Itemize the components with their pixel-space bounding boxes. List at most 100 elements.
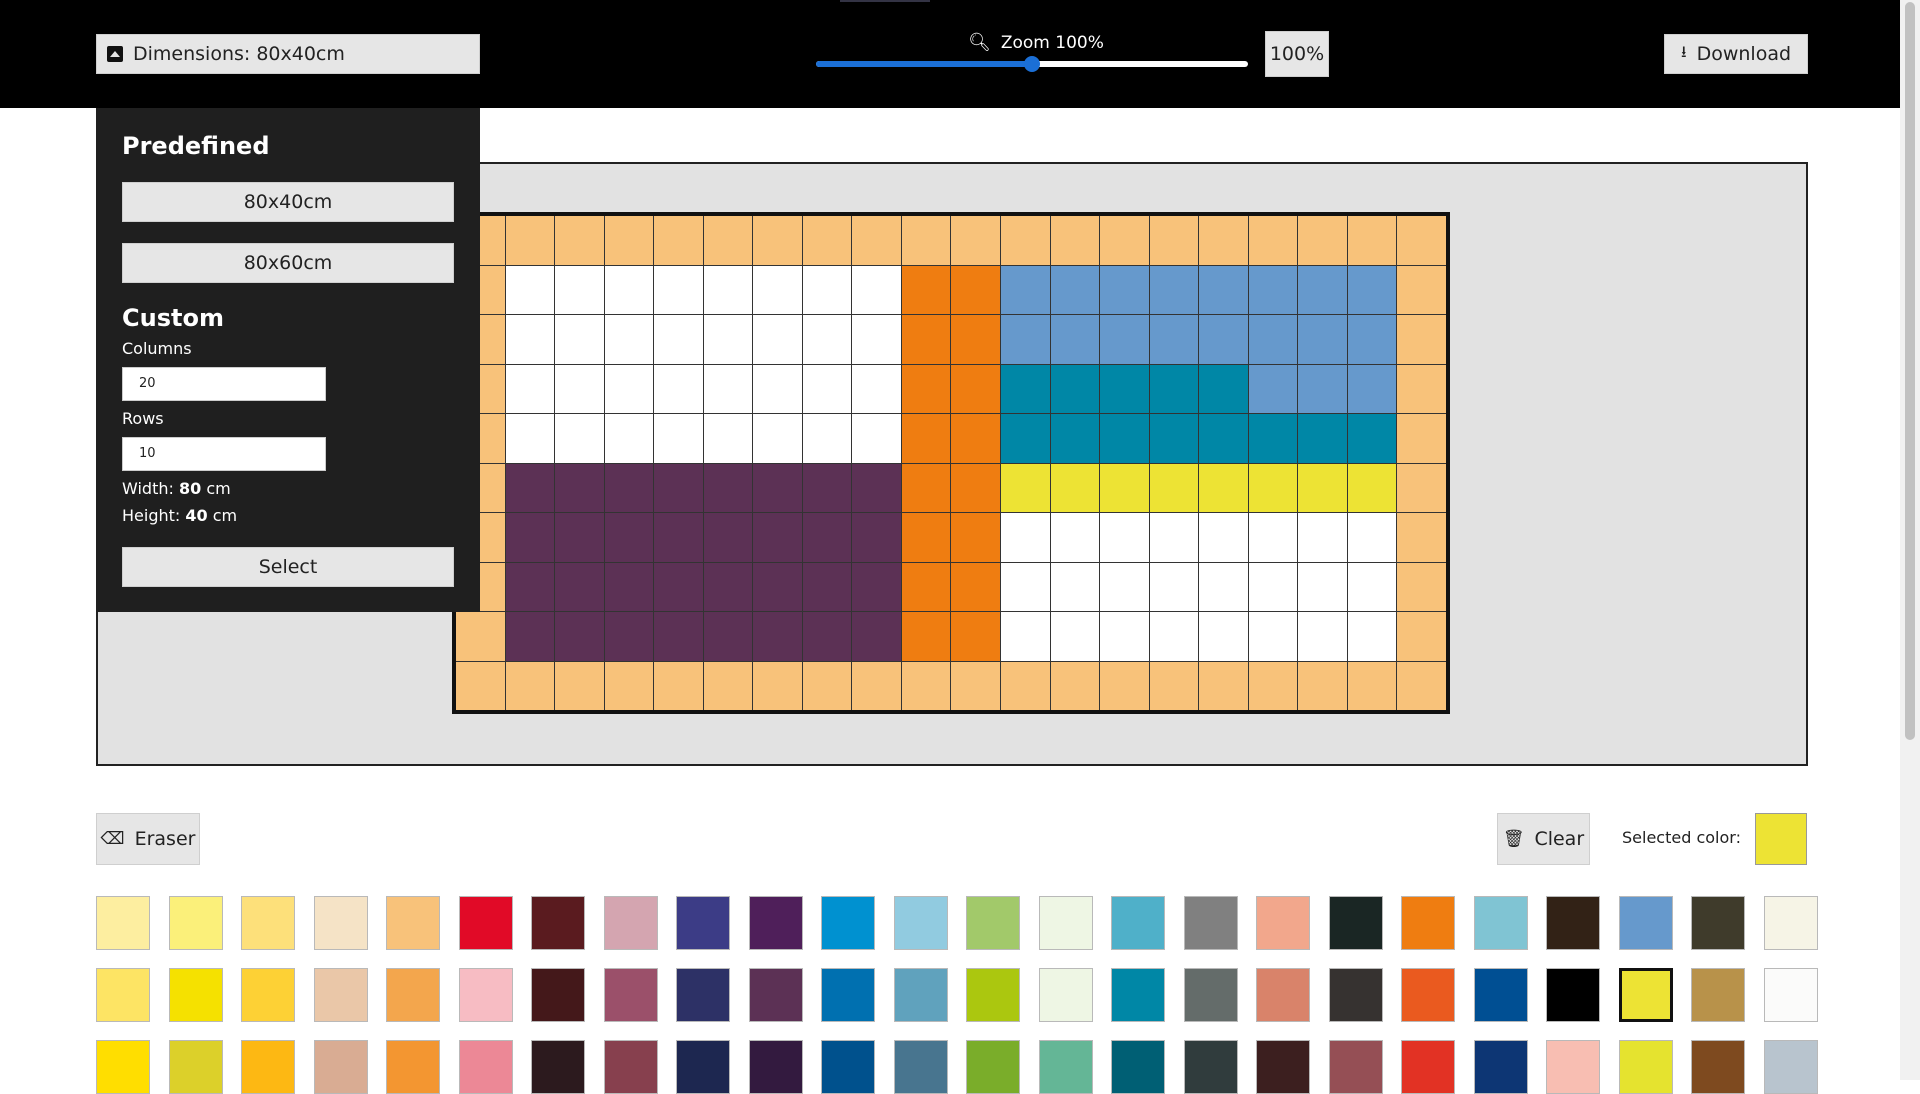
grid-cell[interactable] bbox=[753, 216, 802, 265]
color-swatch[interactable] bbox=[314, 896, 368, 950]
grid-cell[interactable] bbox=[555, 216, 604, 265]
color-swatch[interactable] bbox=[894, 896, 948, 950]
grid-cell[interactable] bbox=[654, 612, 703, 661]
color-swatch[interactable] bbox=[1256, 1040, 1310, 1094]
grid-cell[interactable] bbox=[1199, 414, 1248, 463]
color-swatch[interactable] bbox=[169, 896, 223, 950]
grid-cell[interactable] bbox=[1397, 216, 1446, 265]
color-swatch[interactable] bbox=[1184, 1040, 1238, 1094]
grid-cell[interactable] bbox=[703, 463, 753, 512]
grid-cell[interactable] bbox=[1347, 513, 1397, 562]
color-swatch[interactable] bbox=[1546, 968, 1600, 1022]
grid-cell[interactable] bbox=[703, 216, 753, 265]
grid-cell[interactable] bbox=[1199, 661, 1248, 710]
color-swatch[interactable] bbox=[1619, 968, 1673, 1022]
grid-cell[interactable] bbox=[604, 513, 654, 562]
color-swatch[interactable] bbox=[1764, 968, 1818, 1022]
zoom-slider-thumb[interactable] bbox=[1024, 56, 1040, 72]
color-swatch[interactable] bbox=[1691, 896, 1745, 950]
grid-cell[interactable] bbox=[604, 661, 654, 710]
grid-cell[interactable] bbox=[1347, 562, 1397, 611]
color-swatch[interactable] bbox=[676, 1040, 730, 1094]
grid-cell[interactable] bbox=[1149, 661, 1199, 710]
grid-cell[interactable] bbox=[802, 216, 852, 265]
grid-cell[interactable] bbox=[555, 562, 604, 611]
color-swatch[interactable] bbox=[1474, 896, 1528, 950]
dimensions-button[interactable]: Dimensions: 80x40cm bbox=[96, 34, 480, 74]
grid-cell[interactable] bbox=[1149, 216, 1199, 265]
color-swatch[interactable] bbox=[676, 968, 730, 1022]
grid-cell[interactable] bbox=[1050, 216, 1100, 265]
grid-cell[interactable] bbox=[753, 265, 802, 314]
grid-cell[interactable] bbox=[951, 315, 1001, 364]
grid-cell[interactable] bbox=[505, 216, 555, 265]
grid-cell[interactable] bbox=[1199, 513, 1248, 562]
color-swatch[interactable] bbox=[1111, 1040, 1165, 1094]
color-swatch[interactable] bbox=[1546, 896, 1600, 950]
color-swatch[interactable] bbox=[459, 1040, 513, 1094]
grid-cell[interactable] bbox=[951, 661, 1001, 710]
grid-cell[interactable] bbox=[1149, 265, 1199, 314]
grid-cell[interactable] bbox=[951, 463, 1001, 512]
grid-cell[interactable] bbox=[505, 612, 555, 661]
grid-cell[interactable] bbox=[1100, 661, 1149, 710]
grid-cell[interactable] bbox=[753, 661, 802, 710]
color-swatch[interactable] bbox=[1474, 1040, 1528, 1094]
grid-cell[interactable] bbox=[555, 315, 604, 364]
grid-cell[interactable] bbox=[654, 364, 703, 413]
grid-cell[interactable] bbox=[901, 513, 951, 562]
grid-cell[interactable] bbox=[1248, 315, 1298, 364]
grid-cell[interactable] bbox=[654, 513, 703, 562]
grid-cell[interactable] bbox=[1149, 315, 1199, 364]
color-swatch[interactable] bbox=[169, 1040, 223, 1094]
color-swatch[interactable] bbox=[1256, 896, 1310, 950]
grid-cell[interactable] bbox=[852, 216, 901, 265]
grid-cell[interactable] bbox=[1248, 513, 1298, 562]
color-swatch[interactable] bbox=[1401, 896, 1455, 950]
grid-cell[interactable] bbox=[1298, 364, 1347, 413]
grid-cell[interactable] bbox=[802, 513, 852, 562]
color-swatch[interactable] bbox=[676, 896, 730, 950]
grid-cell[interactable] bbox=[1298, 661, 1347, 710]
color-swatch[interactable] bbox=[1111, 968, 1165, 1022]
grid-cell[interactable] bbox=[555, 612, 604, 661]
grid-cell[interactable] bbox=[1100, 513, 1149, 562]
color-swatch[interactable] bbox=[821, 968, 875, 1022]
color-swatch[interactable] bbox=[459, 968, 513, 1022]
grid-cell[interactable] bbox=[703, 661, 753, 710]
grid-cell[interactable] bbox=[1397, 612, 1446, 661]
color-swatch[interactable] bbox=[96, 968, 150, 1022]
grid-cell[interactable] bbox=[1100, 216, 1149, 265]
grid-cell[interactable] bbox=[1149, 513, 1199, 562]
grid-cell[interactable] bbox=[901, 216, 951, 265]
grid-cell[interactable] bbox=[901, 463, 951, 512]
grid-cell[interactable] bbox=[703, 513, 753, 562]
grid-cell[interactable] bbox=[505, 513, 555, 562]
grid-cell[interactable] bbox=[1199, 364, 1248, 413]
grid-cell[interactable] bbox=[604, 612, 654, 661]
grid-cell[interactable] bbox=[604, 364, 654, 413]
scrollbar-thumb[interactable] bbox=[1905, 2, 1915, 740]
grid-cell[interactable] bbox=[802, 315, 852, 364]
grid-cell[interactable] bbox=[1001, 562, 1050, 611]
color-swatch[interactable] bbox=[386, 896, 440, 950]
grid-cell[interactable] bbox=[901, 265, 951, 314]
grid-cell[interactable] bbox=[951, 364, 1001, 413]
color-swatch[interactable] bbox=[1329, 896, 1383, 950]
grid-cell[interactable] bbox=[1397, 513, 1446, 562]
grid-cell[interactable] bbox=[1050, 414, 1100, 463]
grid-cell[interactable] bbox=[951, 216, 1001, 265]
color-swatch[interactable] bbox=[1184, 968, 1238, 1022]
grid-cell[interactable] bbox=[1397, 562, 1446, 611]
grid-cell[interactable] bbox=[1001, 216, 1050, 265]
rows-input[interactable]: 10 bbox=[122, 437, 326, 471]
zoom-slider[interactable] bbox=[816, 56, 1248, 72]
select-button[interactable]: Select bbox=[122, 547, 454, 587]
color-swatch[interactable] bbox=[1401, 1040, 1455, 1094]
grid-cell[interactable] bbox=[1298, 463, 1347, 512]
color-swatch[interactable] bbox=[1329, 1040, 1383, 1094]
grid-cell[interactable] bbox=[901, 414, 951, 463]
color-swatch[interactable] bbox=[1546, 1040, 1600, 1094]
color-swatch[interactable] bbox=[1401, 968, 1455, 1022]
grid-cell[interactable] bbox=[1001, 513, 1050, 562]
